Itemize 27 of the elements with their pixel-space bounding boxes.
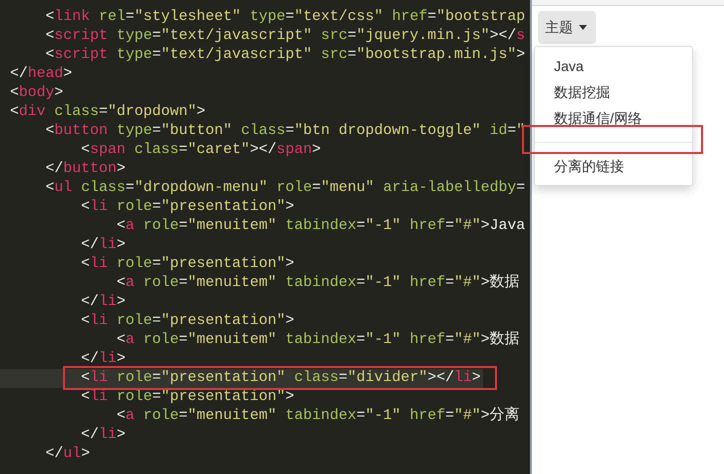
code-line: <script type="text/javascript" src="jquery.min.js"></s bbox=[44, 27, 526, 46]
code-line: </li> bbox=[80, 293, 126, 312]
dropdown-button[interactable]: 主题 bbox=[538, 11, 596, 44]
code-line: <ul class="dropdown-menu" role="menu" aria-labelledby= bbox=[44, 179, 526, 198]
code-line: <script type="text/javascript" src="bootstrap.min.js"> bbox=[44, 46, 526, 65]
code-line: <a role="menuitem" tabindex="-1" href="#">分离 bbox=[116, 407, 521, 426]
code-line: <a role="menuitem" tabindex="-1" href="#">数据 bbox=[116, 274, 521, 293]
code-line: <span class="caret"></span> bbox=[80, 141, 322, 160]
menu-item[interactable]: 数据挖掘 bbox=[535, 79, 692, 105]
menu-item[interactable]: 分离的链接 bbox=[535, 153, 692, 179]
code-line: </li> bbox=[80, 426, 126, 445]
menu-item[interactable]: 数据通信/网络 bbox=[535, 105, 692, 131]
code-line: <body> bbox=[9, 84, 64, 103]
code-line: <li role="presentation"> bbox=[80, 255, 296, 274]
code-line: <a role="menuitem" tabindex="-1" href="#">数据 bbox=[116, 331, 521, 350]
code-line: <li role="presentation"> bbox=[80, 198, 296, 217]
code-line: <div class="dropdown"> bbox=[9, 103, 206, 122]
code-line: <a role="menuitem" tabindex="-1" href="#">Java bbox=[116, 217, 526, 236]
code-line: <li role="presentation"> bbox=[80, 312, 296, 331]
code-line: </head> bbox=[9, 65, 74, 84]
code-line: </ul> bbox=[44, 445, 91, 464]
code-line: </li> bbox=[80, 236, 126, 255]
menu-item[interactable]: Java bbox=[535, 53, 692, 79]
code-line: <link rel="stylesheet" type="text/css" href="bootstrap bbox=[44, 8, 526, 27]
code-line: </li> bbox=[80, 350, 126, 369]
caret-icon bbox=[579, 25, 587, 30]
code-line: </button> bbox=[44, 160, 126, 179]
